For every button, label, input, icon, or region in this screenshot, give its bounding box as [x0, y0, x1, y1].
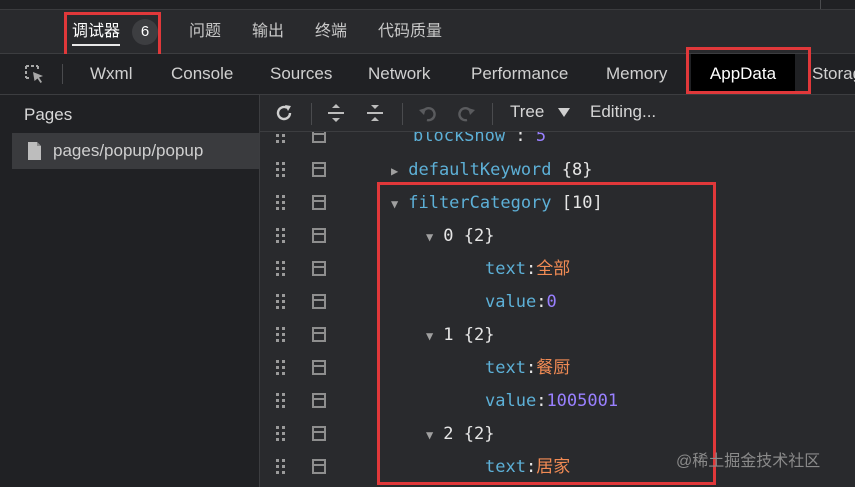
view-mode-dropdown-icon[interactable] [558, 108, 570, 118]
drag-handle-icon[interactable] [276, 327, 286, 343]
row-checkbox-icon[interactable] [312, 162, 326, 177]
drag-handle-icon[interactable] [276, 162, 286, 178]
strip-separator [820, 0, 821, 9]
row-gutter [260, 220, 350, 253]
row-gutter [260, 187, 350, 220]
node-count: {8} [561, 160, 593, 180]
row-gutter [260, 286, 350, 319]
editing-status: Editing... [590, 102, 657, 121]
watermark: @稀土掘金技术社区 [676, 453, 821, 470]
drag-handle-icon[interactable] [276, 426, 286, 442]
toolbar-separator [402, 103, 403, 125]
tree-node-blockshow[interactable]: blockShow : 5 [413, 132, 546, 153]
drag-handle-icon[interactable] [276, 261, 286, 277]
drag-handle-icon[interactable] [276, 294, 286, 310]
row-gutter [260, 132, 350, 153]
tab-network[interactable]: Network [368, 54, 430, 94]
tab-storage[interactable]: Storag [812, 54, 855, 94]
drag-handle-icon[interactable] [276, 360, 286, 376]
collapse-all-icon[interactable] [365, 103, 385, 123]
redo-icon[interactable] [456, 103, 476, 123]
row-gutter [260, 451, 350, 484]
highlight-filter-category [377, 182, 716, 485]
drag-handle-icon[interactable] [276, 228, 286, 244]
sidebar-item-popup-page[interactable]: pages/popup/popup [12, 133, 259, 169]
view-mode-label[interactable]: Tree [510, 102, 544, 122]
tab-problems[interactable]: 问题 [189, 10, 221, 53]
row-gutter [260, 352, 350, 385]
pages-sidebar: Pages pages/popup/popup [0, 95, 260, 487]
appdata-toolbar: Tree Editing... [260, 95, 855, 132]
row-gutter [260, 154, 350, 187]
tab-console[interactable]: Console [171, 54, 233, 94]
highlight-appdata-tab [686, 47, 811, 94]
sidebar-title: Pages [24, 105, 73, 124]
row-checkbox-icon[interactable] [312, 459, 326, 474]
undo-icon[interactable] [418, 103, 438, 123]
tab-wxml[interactable]: Wxml [90, 54, 132, 94]
tab-terminal[interactable]: 终端 [315, 10, 347, 53]
row-gutter [260, 319, 350, 352]
drag-handle-icon[interactable] [276, 132, 286, 144]
sidebar-item-label: pages/popup/popup [53, 141, 204, 160]
node-key: defaultKeyword [408, 160, 552, 180]
window-top-strip [0, 0, 855, 10]
inspect-element-icon[interactable] [24, 64, 46, 84]
tab-performance[interactable]: Performance [471, 54, 568, 94]
row-checkbox-icon[interactable] [312, 360, 326, 375]
expand-all-icon[interactable] [326, 103, 346, 123]
row-checkbox-icon[interactable] [312, 426, 326, 441]
row-checkbox-icon[interactable] [312, 327, 326, 342]
drag-handle-icon[interactable] [276, 195, 286, 211]
row-gutter [260, 418, 350, 451]
drag-handle-icon[interactable] [276, 393, 286, 409]
tab-sources[interactable]: Sources [270, 54, 332, 94]
tab-memory[interactable]: Memory [606, 54, 667, 94]
row-checkbox-icon[interactable] [312, 195, 326, 210]
refresh-icon[interactable] [274, 103, 294, 123]
tab-output[interactable]: 输出 [252, 10, 284, 53]
collapsed-arrow-icon[interactable]: ▶ [391, 164, 398, 178]
row-checkbox-icon[interactable] [312, 261, 326, 276]
toolbar-divider [62, 64, 63, 84]
node-key: blockShow [413, 132, 506, 146]
row-checkbox-icon[interactable] [312, 393, 326, 408]
drag-handle-icon[interactable] [276, 459, 286, 475]
node-value: 5 [535, 132, 547, 146]
file-icon [28, 142, 41, 160]
toolbar-separator [311, 103, 312, 125]
row-checkbox-icon[interactable] [312, 132, 326, 143]
row-gutter [260, 385, 350, 418]
tab-code-quality[interactable]: 代码质量 [378, 10, 442, 53]
row-checkbox-icon[interactable] [312, 228, 326, 243]
toolbar-separator [492, 103, 493, 125]
row-checkbox-icon[interactable] [312, 294, 326, 309]
row-gutter [260, 253, 350, 286]
